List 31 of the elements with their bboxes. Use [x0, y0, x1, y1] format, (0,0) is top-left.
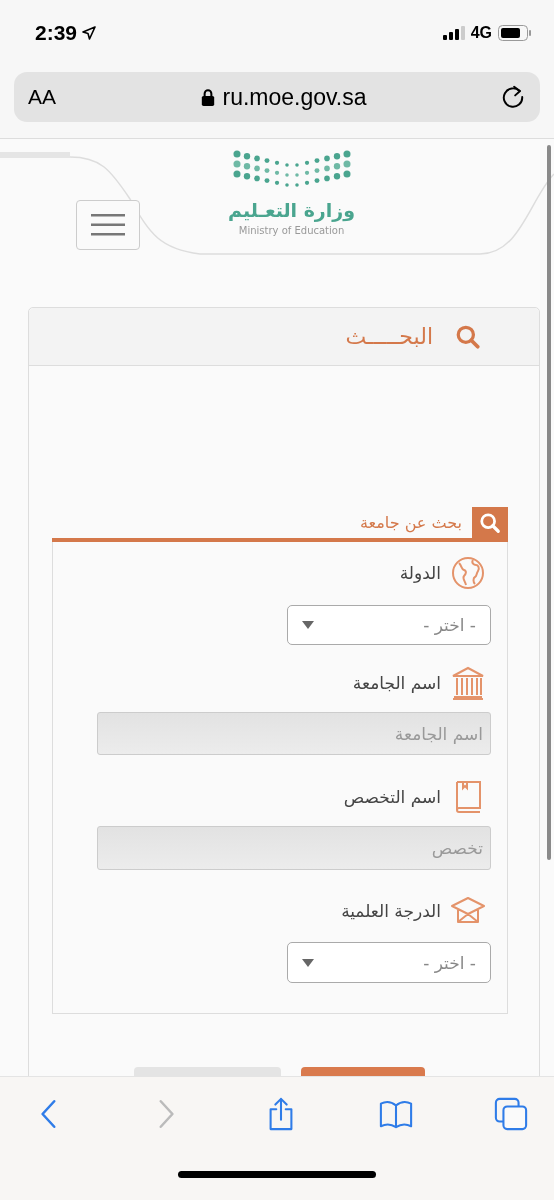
clock-time: 2:39	[35, 21, 78, 45]
reload-icon[interactable]	[500, 84, 526, 110]
menu-icon	[91, 214, 125, 236]
search-icon	[479, 511, 501, 534]
url-text: ru.moe.gov.sa	[222, 83, 367, 111]
address-bar[interactable]: AA ru.moe.gov.sa	[14, 72, 540, 122]
battery-icon	[498, 25, 532, 41]
globe-icon	[451, 556, 485, 591]
dropdown-field[interactable]: - اختر -	[287, 942, 491, 983]
network-label: 4G	[470, 24, 492, 42]
logo-arabic-text: وزارة التعـليم	[228, 199, 356, 221]
field-label: اسم التخصص	[343, 786, 441, 807]
menu-button[interactable]	[76, 200, 140, 250]
field-label: الدرجة العلمية	[341, 901, 441, 922]
input-field[interactable]: اسم الجامعة	[97, 712, 491, 756]
caret-icon	[302, 621, 314, 629]
field-label: اسم الجامعة	[352, 672, 441, 693]
building-columns-icon	[451, 665, 485, 700]
text-size-button[interactable]: AA	[28, 85, 68, 109]
dropdown-field[interactable]: - اختر -	[287, 604, 491, 646]
caret-icon	[302, 958, 314, 967]
logo-english-text: Ministry of Education	[238, 225, 345, 236]
input-field[interactable]: تخصص	[97, 826, 491, 870]
search-icon	[455, 323, 481, 350]
location-arrow-icon	[82, 26, 97, 40]
lock-icon	[201, 88, 216, 106]
signal-icon	[442, 26, 465, 40]
tabs-icon[interactable]	[494, 1097, 528, 1131]
section-title: بحث عن جامعة	[359, 513, 462, 532]
panel-title: البحـــــث	[345, 324, 433, 349]
field-label: الدولة	[399, 563, 441, 584]
